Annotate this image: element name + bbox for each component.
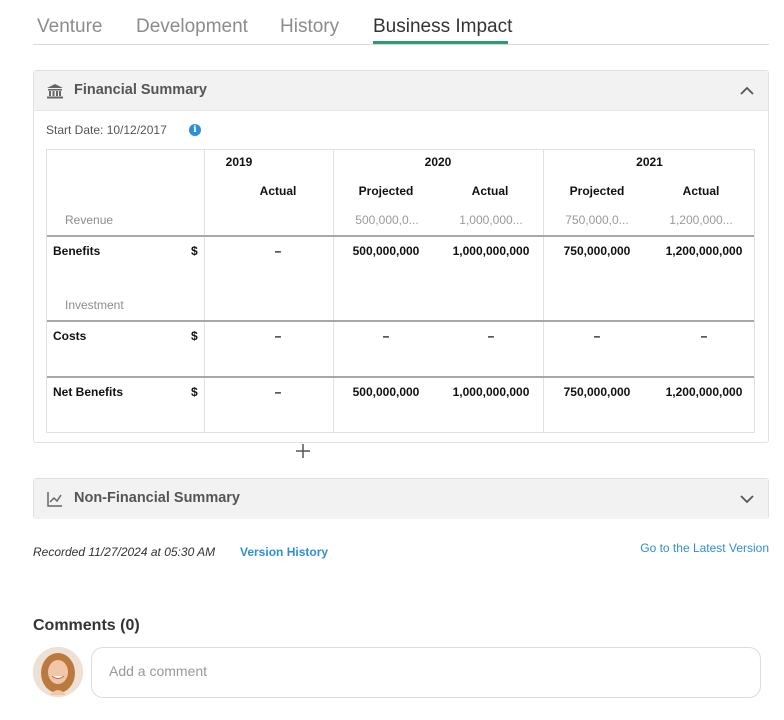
costs-value: – xyxy=(382,329,390,343)
investment-label: Investment xyxy=(65,298,124,312)
benefits-label: Benefits xyxy=(53,244,101,258)
net-benefits-value: 750,000,000 xyxy=(563,385,631,399)
start-date: Start Date: 10/12/2017 xyxy=(46,123,167,137)
tab-venture[interactable]: Venture xyxy=(37,16,103,38)
net-benefits-label: Net Benefits xyxy=(53,385,124,399)
row-divider xyxy=(47,320,754,322)
net-benefits-value: 500,000,000 xyxy=(352,385,420,399)
column-divider xyxy=(543,150,544,432)
revenue-label: Revenue xyxy=(65,213,114,227)
benefits-value: – xyxy=(274,244,282,258)
row-divider xyxy=(47,376,754,378)
subheader-actual: Actual xyxy=(682,184,720,198)
net-benefits-value: – xyxy=(274,385,282,399)
subheader-projected: Projected xyxy=(358,184,414,198)
currency-symbol: $ xyxy=(191,244,198,258)
year-header-2019: 2019 xyxy=(225,155,253,169)
crosshair-cursor-icon xyxy=(296,444,310,458)
subheader-projected: Projected xyxy=(569,184,625,198)
financial-summary-panel: Financial Summary Start Date: 10/12/2017… xyxy=(33,70,769,443)
benefits-value: 1,200,000,000 xyxy=(665,244,743,258)
costs-label: Costs xyxy=(53,329,87,343)
version-history-link[interactable]: Version History xyxy=(240,545,328,559)
line-chart-icon xyxy=(47,492,62,507)
revenue-value: 500,000,0... xyxy=(355,213,419,227)
costs-value: – xyxy=(274,329,282,343)
recorded-timestamp: Recorded 11/27/2024 at 05:30 AM xyxy=(33,545,216,559)
active-tab-indicator xyxy=(373,41,508,44)
revenue-value: 1,000,000... xyxy=(459,213,523,227)
costs-value: – xyxy=(593,329,601,343)
financial-summary-header[interactable]: Financial Summary xyxy=(34,71,768,111)
revenue-value: 750,000,0... xyxy=(565,213,629,227)
costs-value: – xyxy=(700,329,708,343)
financial-summary-title: Financial Summary xyxy=(74,82,207,98)
costs-value: – xyxy=(487,329,495,343)
revenue-value: 1,200,000... xyxy=(669,213,733,227)
bank-icon xyxy=(47,84,63,99)
chevron-up-icon[interactable] xyxy=(738,82,756,100)
net-benefits-value: 1,000,000,000 xyxy=(452,385,530,399)
comment-input[interactable] xyxy=(109,663,709,679)
info-icon[interactable]: i xyxy=(189,124,201,136)
latest-version-link[interactable]: Go to the Latest Version xyxy=(640,541,769,555)
row-divider xyxy=(47,235,754,237)
currency-symbol: $ xyxy=(191,385,198,399)
non-financial-summary-panel: Non-Financial Summary xyxy=(33,478,769,519)
tab-business-impact[interactable]: Business Impact xyxy=(373,16,512,38)
comments-title: Comments (0) xyxy=(33,617,140,634)
tab-history[interactable]: History xyxy=(280,16,339,38)
non-financial-summary-title: Non-Financial Summary xyxy=(74,490,240,506)
subheader-actual: Actual xyxy=(259,184,297,198)
currency-symbol: $ xyxy=(191,329,198,343)
year-header-2021: 2021 xyxy=(636,155,663,169)
non-financial-summary-header[interactable]: Non-Financial Summary xyxy=(34,479,768,519)
column-divider xyxy=(333,150,334,432)
subheader-actual: Actual xyxy=(471,184,509,198)
chevron-down-icon[interactable] xyxy=(738,490,756,508)
net-benefits-value: 1,200,000,000 xyxy=(665,385,743,399)
comment-box[interactable] xyxy=(91,647,761,698)
benefits-value: 750,000,000 xyxy=(563,244,631,258)
avatar xyxy=(33,647,83,697)
financial-table: 2019 2020 2021 Actual Projected Actual P… xyxy=(46,149,755,433)
user-avatar-icon xyxy=(33,647,83,697)
benefits-value: 500,000,000 xyxy=(352,244,420,258)
column-divider xyxy=(204,150,205,432)
tab-development[interactable]: Development xyxy=(136,16,248,38)
benefits-value: 1,000,000,000 xyxy=(452,244,530,258)
tab-bar: Venture Development History Business Imp… xyxy=(33,0,769,45)
year-header-2020: 2020 xyxy=(424,155,452,169)
